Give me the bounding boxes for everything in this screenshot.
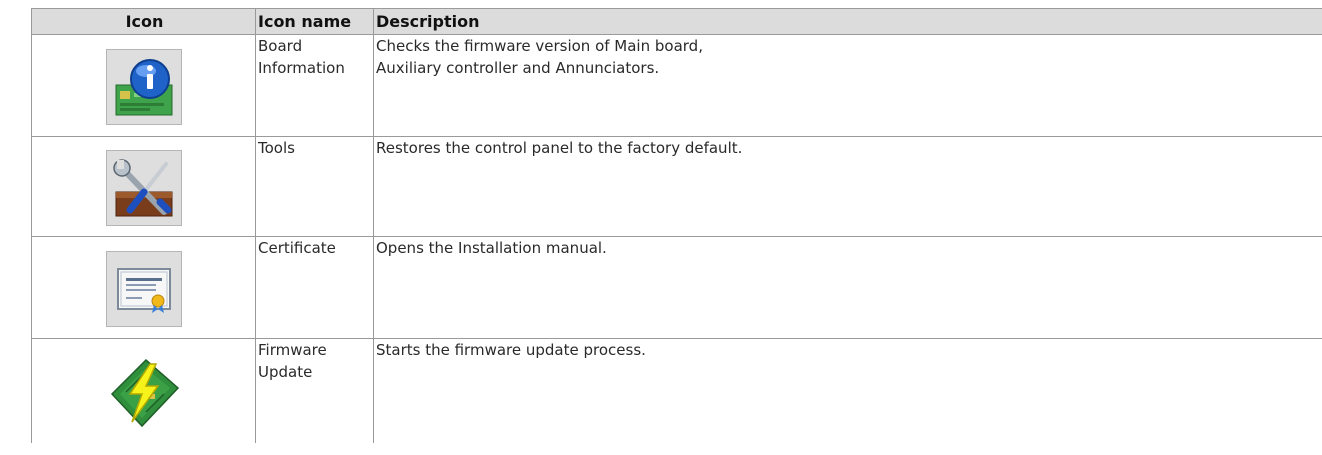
icon-cell xyxy=(31,34,256,137)
icon-name-line-1: Board xyxy=(258,37,303,55)
table-row: Tools Restores the control panel to the … xyxy=(31,136,1322,237)
icon-name-cell: Certificate xyxy=(255,236,374,339)
description-cell: Restores the control panel to the factor… xyxy=(373,136,1322,237)
description-line-1: Starts the firmware update process. xyxy=(376,341,646,359)
description-line-1: Restores the control panel to the factor… xyxy=(376,139,743,157)
description-cell: Opens the Installation manual. xyxy=(373,236,1322,339)
icon-name-line-1: Tools xyxy=(258,139,295,157)
header-icon-name: Icon name xyxy=(255,8,374,35)
icon-name-line-2: Information xyxy=(258,59,345,77)
icon-name-line-1: Firmware xyxy=(258,341,327,359)
icon-name-line-2: Update xyxy=(258,363,313,381)
icon-name-cell: Board Information xyxy=(255,34,374,137)
description-cell: Starts the firmware update process. xyxy=(373,338,1322,443)
table-row: Certificate Opens the Installation manua… xyxy=(31,236,1322,339)
description-line-1: Opens the Installation manual. xyxy=(376,239,607,257)
board-information-icon xyxy=(105,48,182,125)
icon-cell xyxy=(31,136,256,237)
icon-name-cell: Firmware Update xyxy=(255,338,374,443)
icon-name-line-1: Certificate xyxy=(258,239,336,257)
description-cell: Checks the firmware version of Main boar… xyxy=(373,34,1322,137)
icon-cell xyxy=(31,338,256,443)
description-line-1: Checks the firmware version of Main boar… xyxy=(376,37,703,55)
firmware-update-icon xyxy=(106,354,182,430)
icon-cell xyxy=(31,236,256,339)
icon-name-cell: Tools xyxy=(255,136,374,237)
certificate-icon xyxy=(105,250,182,327)
tools-icon xyxy=(105,149,182,226)
table-row: Board Information Checks the firmware ver… xyxy=(31,34,1322,137)
header-description: Description xyxy=(373,8,1322,35)
table-header-row: Icon Icon name Description xyxy=(31,8,1322,35)
description-line-2: Auxiliary controller and Annunciators. xyxy=(376,59,660,77)
table-row: Firmware Update Starts the firmware updat… xyxy=(31,338,1322,443)
icon-reference-table: Icon Icon name Description Board Informa… xyxy=(31,8,1322,443)
header-icon: Icon xyxy=(31,8,256,35)
